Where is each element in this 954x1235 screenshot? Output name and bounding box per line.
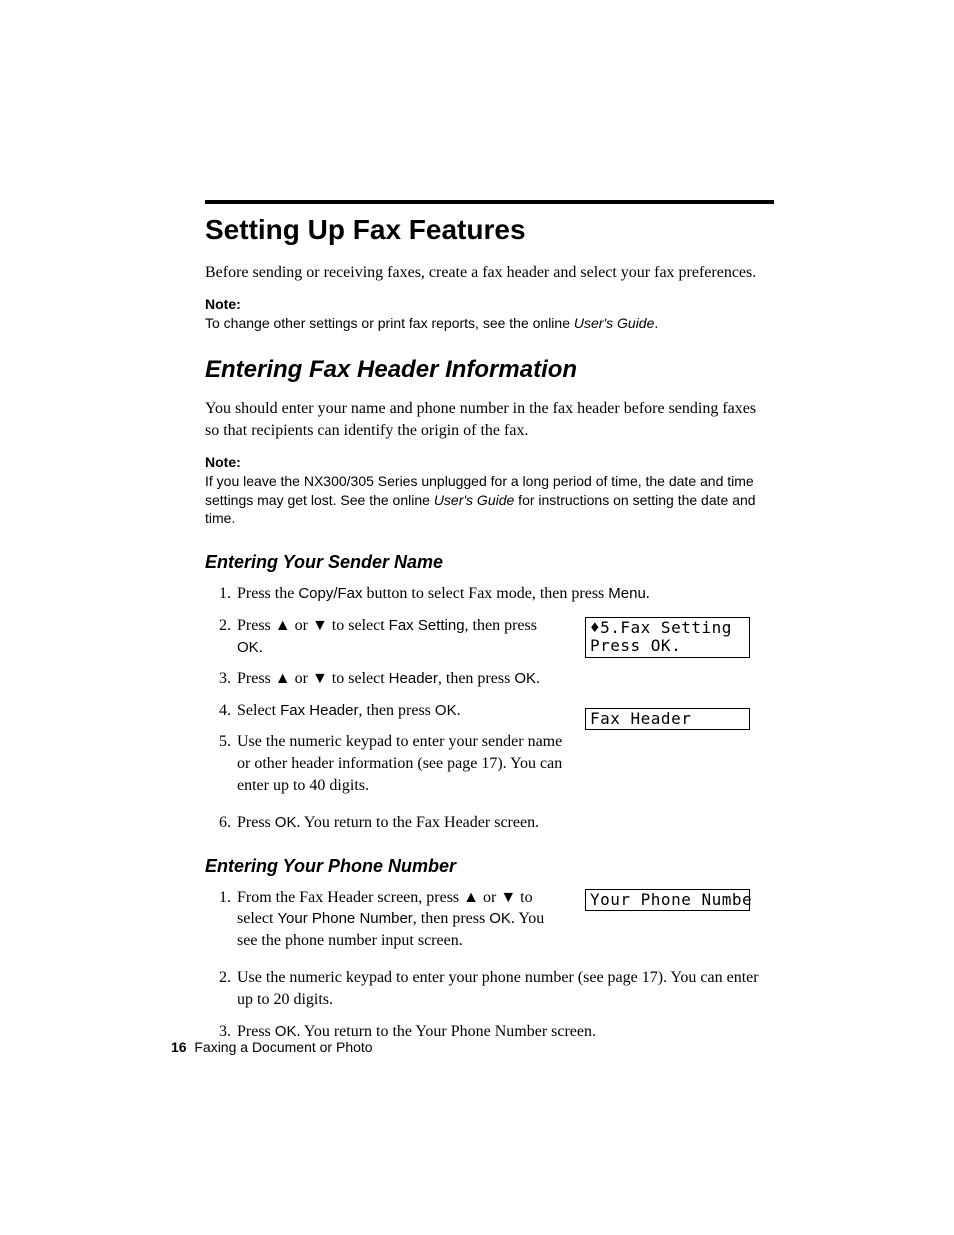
steps-list: Press ▲ or ▼ to select Fax Setting, then… [205,615,565,806]
step: Use the numeric keypad to enter your sen… [235,731,565,796]
up-arrow-icon: ▲ [275,617,291,634]
note-label: Note: [205,454,774,470]
step-row: Press ▲ or ▼ to select Fax Setting, then… [205,615,774,812]
lcd-column: Your Phone Numbe [585,889,750,911]
note-text: To change other settings or print fax re… [205,314,774,333]
intro-paragraph: Before sending or receiving faxes, creat… [205,262,774,284]
down-arrow-icon: ▼ [500,889,516,906]
document-page: Setting Up Fax Features Before sending o… [0,0,954,1235]
section-heading: Entering Fax Header Information [205,356,774,384]
section-name: Faxing a Document or Photo [194,1039,372,1055]
lcd-column: ♦5.Fax Setting Press OK. Fax Header [585,617,750,730]
steps-list: From the Fax Header screen, press ▲ or ▼… [205,887,565,962]
step: Select Fax Header, then press OK. [235,700,565,722]
note-text: If you leave the NX300/305 Series unplug… [205,472,774,529]
down-arrow-icon: ▼ [312,670,328,687]
page-number: 16 [171,1039,187,1055]
note-label: Note: [205,296,774,312]
steps-list: Use the numeric keypad to enter your pho… [205,967,774,1042]
lcd-display: Your Phone Numbe [585,889,750,911]
subsection-heading: Entering Your Phone Number [205,856,774,877]
step: Use the numeric keypad to enter your pho… [235,967,774,1010]
step: Press the Copy/Fax button to select Fax … [235,583,774,605]
step: Press OK. You return to the Fax Header s… [235,812,774,834]
step: Press ▲ or ▼ to select Header, then pres… [235,668,565,690]
page-footer: 16 Faxing a Document or Photo [171,1039,373,1055]
steps-list: Press the Copy/Fax button to select Fax … [205,583,774,605]
lcd-display: Fax Header [585,708,750,730]
step: From the Fax Header screen, press ▲ or ▼… [235,887,565,952]
up-arrow-icon: ▲ [275,670,291,687]
subsection-heading: Entering Your Sender Name [205,552,774,573]
up-arrow-icon: ▲ [463,889,479,906]
lcd-display: ♦5.Fax Setting Press OK. [585,617,750,658]
down-arrow-icon: ▼ [312,617,328,634]
page-title: Setting Up Fax Features [205,214,774,246]
top-rule [205,200,774,204]
step-row: From the Fax Header screen, press ▲ or ▼… [205,887,774,968]
body-paragraph: You should enter your name and phone num… [205,398,774,441]
step: Press ▲ or ▼ to select Fax Setting, then… [235,615,565,658]
steps-list: Press OK. You return to the Fax Header s… [205,812,774,834]
